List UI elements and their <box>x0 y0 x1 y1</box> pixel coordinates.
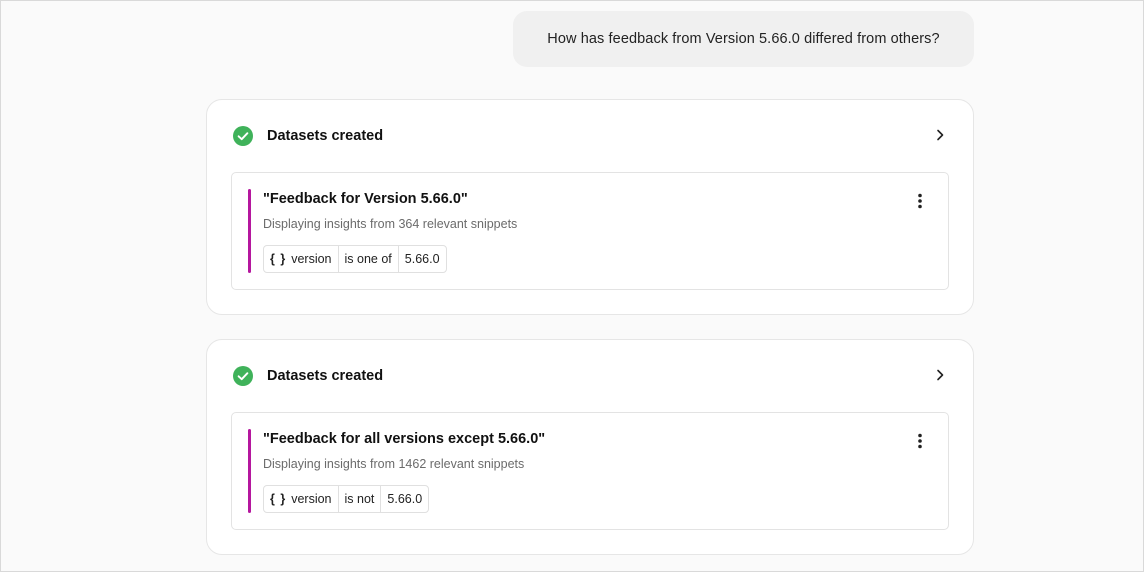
datasets-created-card: Datasets created "Feedback for all versi… <box>206 339 974 555</box>
braces-icon: { } <box>270 252 287 266</box>
dataset-title: "Feedback for all versions except 5.66.0… <box>263 431 546 447</box>
check-circle-icon <box>233 126 253 146</box>
card-header-toggle[interactable]: Datasets created <box>207 100 973 172</box>
dataset-filter-chip[interactable]: { } version is one of 5.66.0 <box>263 245 447 273</box>
filter-value: 5.66.0 <box>380 486 428 512</box>
user-message-bubble: How has feedback from Version 5.66.0 dif… <box>513 11 974 67</box>
filter-field: { } version <box>264 246 338 272</box>
user-message-text: How has feedback from Version 5.66.0 dif… <box>547 31 940 47</box>
dataset-item[interactable]: "Feedback for Version 5.66.0" Displaying… <box>231 172 949 290</box>
check-circle-icon <box>233 366 253 386</box>
dataset-accent-bar <box>248 429 251 513</box>
filter-field-label: version <box>291 492 332 506</box>
dataset-item[interactable]: "Feedback for all versions except 5.66.0… <box>231 412 949 530</box>
card-header-toggle[interactable]: Datasets created <box>207 340 973 412</box>
dataset-accent-bar <box>248 189 251 273</box>
more-options-icon[interactable] <box>910 191 930 211</box>
filter-field-label: version <box>291 252 332 266</box>
filter-field: { } version <box>264 486 338 512</box>
filter-operator: is one of <box>337 246 398 272</box>
chevron-right-icon[interactable] <box>933 128 947 142</box>
dataset-subtitle: Displaying insights from 364 relevant sn… <box>263 217 518 231</box>
filter-operator: is not <box>337 486 381 512</box>
dataset-title: "Feedback for Version 5.66.0" <box>263 191 468 207</box>
chevron-right-icon[interactable] <box>933 368 947 382</box>
dataset-subtitle: Displaying insights from 1462 relevant s… <box>263 457 525 471</box>
datasets-created-card: Datasets created "Feedback for Version 5… <box>206 99 974 315</box>
card-title: Datasets created <box>267 128 384 144</box>
dataset-filter-chip[interactable]: { } version is not 5.66.0 <box>263 485 430 513</box>
more-options-icon[interactable] <box>910 431 930 451</box>
card-title: Datasets created <box>267 368 384 384</box>
braces-icon: { } <box>270 492 287 506</box>
filter-value: 5.66.0 <box>397 246 446 272</box>
